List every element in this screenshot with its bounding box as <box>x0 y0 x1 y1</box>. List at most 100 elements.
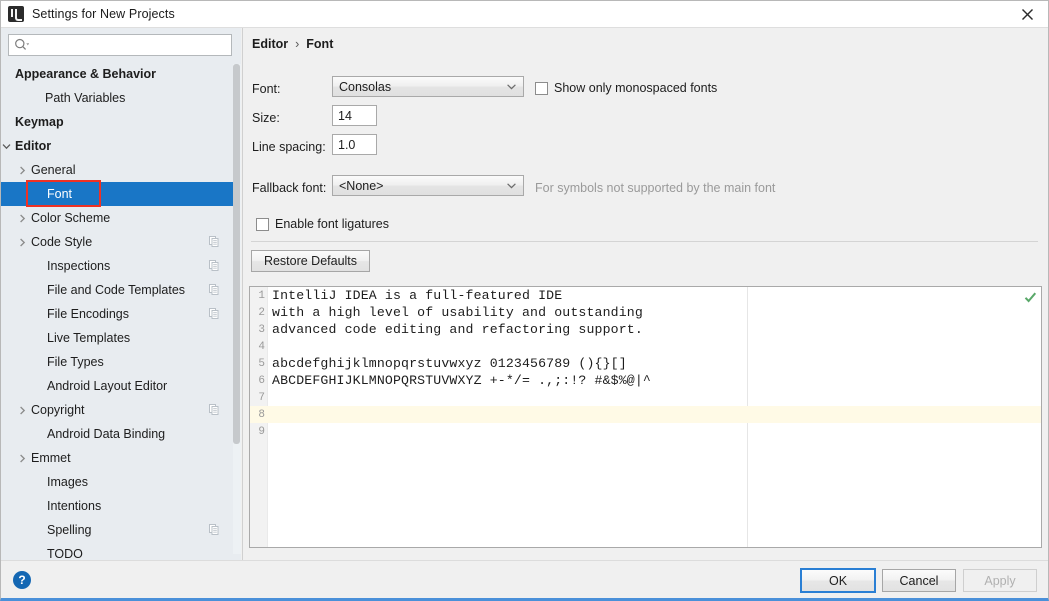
ok-button-label: OK <box>828 573 848 588</box>
sidebar-item-label: Copyright <box>31 403 85 417</box>
cancel-button-label: Cancel <box>899 573 939 588</box>
preview-line: 5 abcdefghijklmnopqrstuvwxyz 0123456789 (… <box>250 355 1041 372</box>
line-spacing-label: Line spacing: <box>252 140 326 154</box>
breadcrumb-leaf: Font <box>306 37 334 51</box>
copy-settings-icon[interactable] <box>209 284 219 298</box>
preview-line: 4 <box>250 338 1041 355</box>
sidebar-scrollbar-track[interactable] <box>233 64 241 554</box>
enable-ligatures-checkbox-row[interactable]: Enable font ligatures <box>256 217 389 231</box>
sidebar-item-android-data-binding[interactable]: Android Data Binding <box>1 422 233 446</box>
sidebar-item-file-encodings[interactable]: File Encodings <box>1 302 233 326</box>
line-number: 5 <box>258 357 265 370</box>
sidebar-item-label: Editor <box>15 139 52 153</box>
fallback-font-hint: For symbols not supported by the main fo… <box>535 181 776 195</box>
ok-button[interactable]: OK <box>800 568 876 593</box>
sidebar-item-keymap[interactable]: Keymap <box>1 110 233 134</box>
sidebar-item-general[interactable]: General <box>1 158 233 182</box>
green-checkmark-icon[interactable] <box>1024 291 1037 304</box>
size-label: Size: <box>252 111 280 125</box>
chevron-right-icon[interactable] <box>17 213 28 224</box>
font-size-input[interactable] <box>332 105 377 126</box>
sidebar-item-code-style[interactable]: Code Style <box>1 230 233 254</box>
enable-ligatures-label: Enable font ligatures <box>275 217 389 231</box>
dialog-footer: ? OK Cancel Apply <box>1 560 1048 598</box>
sidebar-scrollbar-thumb[interactable] <box>233 64 240 444</box>
sidebar-item-todo[interactable]: TODO <box>1 542 233 560</box>
sidebar-item-android-layout-editor[interactable]: Android Layout Editor <box>1 374 233 398</box>
preview-line: 2 with a high level of usability and outs… <box>250 304 1041 321</box>
restore-defaults-button[interactable]: Restore Defaults <box>251 250 370 272</box>
show-monospaced-checkbox[interactable] <box>535 81 548 95</box>
sidebar-item-label: Spelling <box>47 523 92 537</box>
line-number: 3 <box>258 323 265 336</box>
show-monospaced-checkbox-row[interactable]: Show only monospaced fonts <box>535 81 717 95</box>
search-box[interactable] <box>8 34 232 56</box>
settings-tree[interactable]: Appearance & Behavior Path Variables Keyma… <box>1 62 233 560</box>
sidebar-item-label: File Types <box>47 355 104 369</box>
sidebar-item-label: Android Layout Editor <box>47 379 168 393</box>
sidebar-item-file-and-code-templates[interactable]: File and Code Templates <box>1 278 233 302</box>
search-input[interactable] <box>32 37 222 53</box>
close-button[interactable] <box>1006 1 1048 28</box>
apply-button-label: Apply <box>984 573 1016 588</box>
sidebar-item-label: Android Data Binding <box>47 427 166 441</box>
sidebar-item-editor[interactable]: Editor <box>1 134 233 158</box>
breadcrumb-separator-icon: › <box>295 37 300 51</box>
font-label: Font: <box>252 82 281 96</box>
sidebar-item-intentions[interactable]: Intentions <box>1 494 233 518</box>
sidebar-item-label: Emmet <box>31 451 71 465</box>
sidebar-item-path-variables[interactable]: Path Variables <box>1 86 233 110</box>
sidebar-item-label: Code Style <box>31 235 93 249</box>
copy-settings-icon[interactable] <box>209 524 219 538</box>
copy-settings-icon[interactable] <box>209 260 219 274</box>
sidebar-item-copyright[interactable]: Copyright <box>1 398 233 422</box>
chevron-right-icon[interactable] <box>17 237 28 248</box>
line-number: 4 <box>258 340 265 353</box>
chevron-right-icon[interactable] <box>17 405 28 416</box>
fallback-font-combobox[interactable]: <None> <box>332 175 524 196</box>
sidebar-item-emmet[interactable]: Emmet <box>1 446 233 470</box>
sidebar-item-spelling[interactable]: Spelling <box>1 518 233 542</box>
sidebar-item-font[interactable]: Font <box>1 182 233 206</box>
enable-ligatures-checkbox[interactable] <box>256 217 269 231</box>
font-family-combobox[interactable]: Consolas <box>332 76 524 97</box>
chevron-right-icon[interactable] <box>17 453 28 464</box>
preview-line: 1 IntelliJ IDEA is a full-featured IDE <box>250 287 1041 304</box>
font-settings-panel: Editor › Font Font: Consolas Show only m… <box>243 28 1048 560</box>
sidebar-item-label: File and Code Templates <box>47 283 186 297</box>
sidebar-item-color-scheme[interactable]: Color Scheme <box>1 206 233 230</box>
sidebar-item-live-templates[interactable]: Live Templates <box>1 326 233 350</box>
font-preview-editor[interactable]: 1 IntelliJ IDEA is a full-featured IDE 2 wi… <box>249 286 1042 548</box>
preview-code-area: 1 IntelliJ IDEA is a full-featured IDE 2 wi… <box>250 287 1041 547</box>
line-number: 1 <box>258 289 265 302</box>
breadcrumb-root[interactable]: Editor <box>252 37 288 51</box>
chevron-right-icon[interactable] <box>17 165 28 176</box>
window-title: Settings for New Projects <box>32 7 175 21</box>
preview-line-caret: 8 <box>250 406 1041 423</box>
section-divider <box>251 241 1038 242</box>
sidebar-item-images[interactable]: Images <box>1 470 233 494</box>
line-number: 7 <box>258 391 265 404</box>
copy-settings-icon[interactable] <box>209 404 219 418</box>
help-button[interactable]: ? <box>13 571 31 589</box>
preview-line-text: ABCDEFGHIJKLMNOPQRSTUVWXYZ +-*/= .,;:!? … <box>272 373 651 388</box>
line-spacing-input[interactable] <box>332 134 377 155</box>
sidebar-item-file-types[interactable]: File Types <box>1 350 233 374</box>
copy-settings-icon[interactable] <box>209 308 219 322</box>
chevron-down-icon[interactable] <box>1 141 12 152</box>
preview-line-text: with a high level of usability and outst… <box>272 305 643 320</box>
sidebar-item-inspections[interactable]: Inspections <box>1 254 233 278</box>
sidebar-item-appearance-behavior[interactable]: Appearance & Behavior <box>1 62 233 86</box>
copy-settings-icon[interactable] <box>209 236 219 250</box>
cancel-button[interactable]: Cancel <box>882 569 956 592</box>
